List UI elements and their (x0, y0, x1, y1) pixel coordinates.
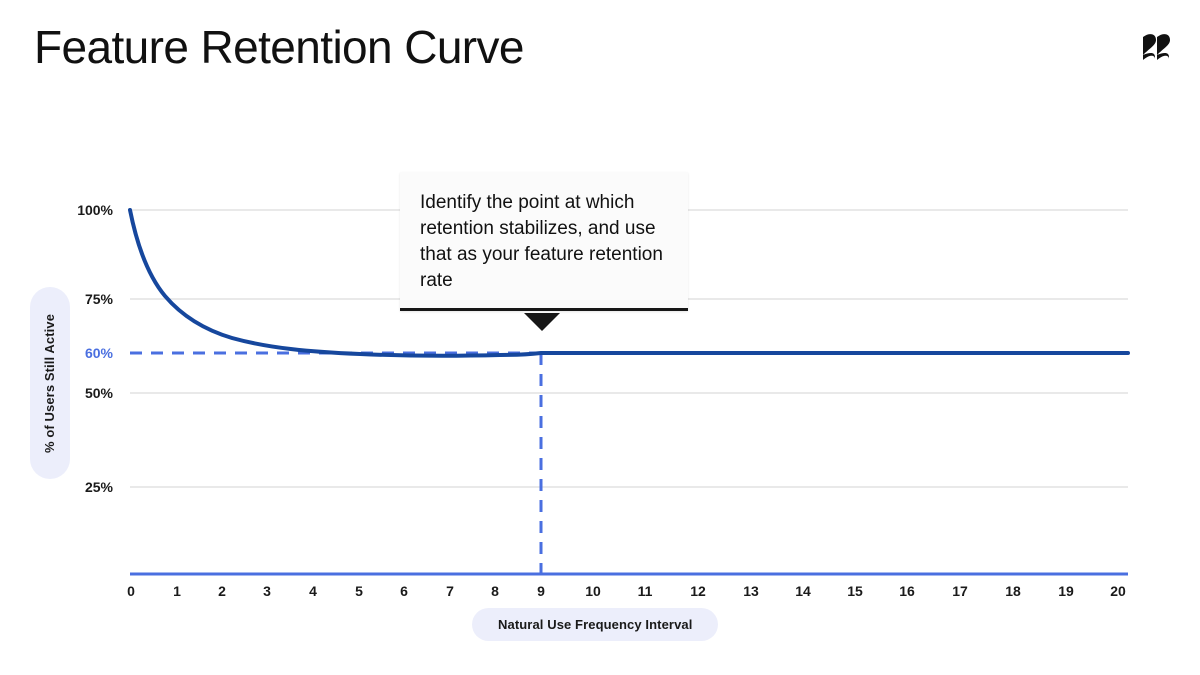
x-tick-14: 14 (795, 583, 811, 599)
x-tick-12: 12 (690, 583, 706, 599)
x-tick-0: 0 (127, 583, 135, 599)
x-tick-16: 16 (899, 583, 915, 599)
x-tick-9: 9 (537, 583, 545, 599)
annotation-callout: Identify the point at which retention st… (400, 172, 688, 311)
x-tick-8: 8 (491, 583, 499, 599)
x-tick-1: 1 (173, 583, 181, 599)
annotation-callout-text: Identify the point at which retention st… (420, 192, 663, 291)
y-axis-title-label: % of Users Still Active (42, 313, 58, 453)
x-tick-11: 11 (637, 583, 653, 599)
x-tick-10: 10 (585, 583, 601, 599)
x-tick-5: 5 (355, 583, 363, 599)
x-tick-18: 18 (1005, 583, 1021, 599)
x-tick-13: 13 (743, 583, 759, 599)
x-tick-15: 15 (847, 583, 863, 599)
y-tick-100: 100% (77, 202, 113, 218)
chart-plot-svg (128, 208, 1130, 576)
y-tick-25: 25% (84, 479, 113, 495)
x-tick-7: 7 (446, 583, 454, 599)
x-tick-6: 6 (400, 583, 408, 599)
x-axis-title-label: Natural Use Frequency Interval (498, 617, 693, 632)
annotation-callout-pointer (524, 313, 560, 331)
x-tick-20: 20 (1110, 583, 1126, 599)
x-tick-17: 17 (952, 583, 968, 599)
x-tick-2: 2 (218, 583, 226, 599)
x-tick-19: 19 (1058, 583, 1074, 599)
x-tick-4: 4 (309, 583, 317, 599)
y-axis-title: % of Users Still Active (30, 287, 70, 479)
x-axis-title: Natural Use Frequency Interval (472, 608, 719, 641)
retention-chart: 100% 75% 60% 50% 25% 0 1 2 3 4 5 6 7 8 9… (0, 0, 1200, 675)
x-axis-tick-labels: 0 1 2 3 4 5 6 7 8 9 10 11 12 13 14 15 16… (0, 583, 1200, 605)
x-tick-3: 3 (263, 583, 271, 599)
